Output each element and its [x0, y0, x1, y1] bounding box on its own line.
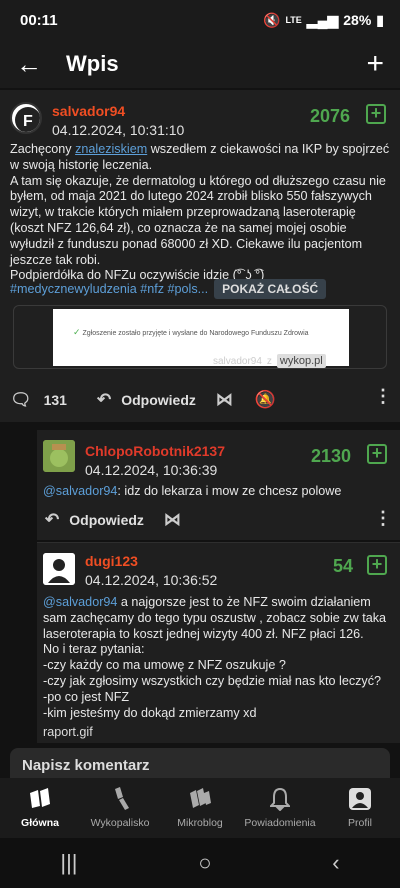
upvote-button[interactable]: +: [366, 104, 386, 124]
app-bar: ← Wpis +: [0, 40, 400, 88]
avatar[interactable]: F: [10, 102, 42, 134]
share-icon[interactable]: ⋈: [164, 510, 181, 530]
status-time: 00:11: [20, 11, 58, 29]
notify-off-icon[interactable]: 🔕: [255, 390, 276, 410]
system-nav: ||| ○ ‹: [0, 838, 400, 888]
check-icon: ✓: [73, 327, 81, 337]
comment: ChlopoRobotnik2137 04.12.2024, 10:36:39 …: [37, 430, 400, 540]
show-all-button[interactable]: POKAŻ CAŁOŚĆ: [214, 279, 327, 299]
tags-link[interactable]: #medycznewyludzenia #nfz #pols...: [10, 282, 208, 296]
nav-home[interactable]: Główna: [0, 778, 80, 838]
mute-icon: 🔇: [263, 11, 281, 28]
mention-link[interactable]: @salvador94: [43, 484, 117, 498]
nav-profil[interactable]: Profil: [320, 778, 400, 838]
mention-link[interactable]: @salvador94: [43, 595, 117, 609]
recents-icon[interactable]: |||: [60, 850, 77, 876]
reply-button[interactable]: Odpowiedz: [69, 512, 144, 528]
attachment-name[interactable]: raport.gif: [43, 725, 93, 739]
upvote-button[interactable]: +: [367, 444, 387, 464]
signal-icon: ▂▄▆: [306, 11, 339, 28]
comment: dugi123 04.12.2024, 10:36:52 54 + @salva…: [37, 543, 400, 743]
comment-date: 04.12.2024, 10:36:39: [85, 462, 218, 478]
home-icon: [28, 787, 52, 813]
comments-icon[interactable]: 🗨: [10, 390, 32, 410]
more-menu-icon[interactable]: ⋮: [374, 386, 392, 407]
comment-body: @salvador94 a najgorsze jest to że NFZ s…: [43, 595, 386, 720]
network-label: LTE: [285, 15, 302, 25]
nav-powiadomienia[interactable]: Powiadomienia: [240, 778, 320, 838]
comment-votes: 54: [333, 556, 354, 576]
embed-text: Zgłoszenie zostało przyjęte i wysłane do…: [82, 330, 309, 337]
reply-icon[interactable]: ↶: [45, 510, 59, 530]
embed-user: salvador94: [213, 355, 262, 367]
post-body: Zachęcony znaleziskiem wszedłem z ciekaw…: [10, 142, 392, 284]
reply-icon[interactable]: ↶: [97, 390, 111, 410]
embed-card[interactable]: ✓ Zgłoszenie zostało przyjęte i wysłane …: [13, 305, 387, 369]
post-paragraph: A tam się okazuje, że dermatolog u które…: [10, 173, 386, 267]
upvote-button[interactable]: +: [367, 555, 387, 575]
svg-text:F: F: [23, 113, 33, 130]
comment-date: 04.12.2024, 10:36:52: [85, 572, 218, 588]
bell-icon: [268, 787, 292, 813]
profile-icon: [348, 787, 372, 813]
share-icon[interactable]: ⋈: [216, 390, 233, 410]
avatar[interactable]: [43, 553, 75, 585]
nav-wykopalisko[interactable]: Wykopalisko: [80, 778, 160, 838]
shovel-icon: [109, 787, 131, 813]
comment-author[interactable]: dugi123: [85, 553, 138, 569]
bottom-nav: Główna Wykopalisko Mikroblog Powiadomien…: [0, 778, 400, 838]
post-votes: 2076: [310, 106, 351, 126]
system-back-icon[interactable]: ‹: [332, 850, 339, 876]
post-date: 04.12.2024, 10:31:10: [52, 122, 185, 138]
battery-label: 28%: [343, 12, 372, 28]
home-circle-icon[interactable]: ○: [198, 850, 211, 876]
nav-mikroblog[interactable]: Mikroblog: [160, 778, 240, 838]
comment-author[interactable]: ChlopoRobotnik2137: [85, 443, 225, 459]
add-icon[interactable]: +: [366, 47, 384, 81]
comment-votes: 2130: [311, 446, 352, 466]
comments-count[interactable]: 131: [44, 392, 67, 408]
reply-button[interactable]: Odpowiedz: [121, 392, 196, 408]
post-tags: #medycznewyludzenia #nfz #pols... POKAŻ …: [10, 279, 327, 299]
wykop-logo-icon: wykop.pl: [276, 354, 326, 368]
page-title: Wpis: [66, 51, 119, 76]
microblog-icon: [188, 787, 212, 813]
more-menu-icon[interactable]: ⋮: [374, 508, 392, 529]
main-post: F salvador94 04.12.2024, 10:31:10 2076 +…: [0, 90, 400, 422]
status-bar: 00:11 🔇 LTE ▂▄▆ 28% ▮: [0, 0, 400, 40]
back-arrow-icon[interactable]: ←: [16, 49, 44, 80]
embed-z: z: [266, 355, 272, 367]
avatar[interactable]: [43, 440, 75, 472]
comment-body: @salvador94: idz do lekarza i mow ze chc…: [43, 484, 342, 498]
post-author[interactable]: salvador94: [52, 103, 125, 119]
battery-icon: ▮: [376, 11, 384, 28]
znalezisko-link[interactable]: znaleziskiem: [75, 142, 147, 156]
